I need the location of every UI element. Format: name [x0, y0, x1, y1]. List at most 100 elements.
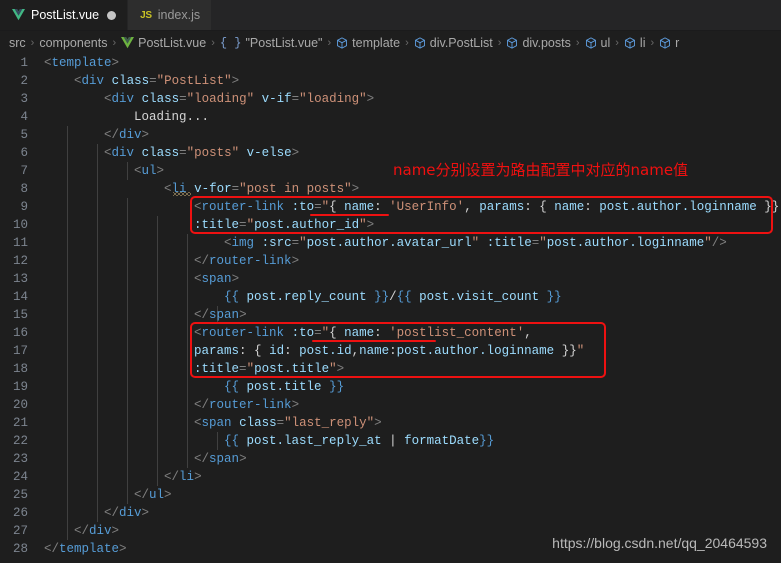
- line-content: </router-link>: [194, 398, 300, 412]
- code-lines[interactable]: 1 <template> 2 <div class="PostList"> 3 <…: [0, 54, 781, 563]
- code-row: 3 <div class="loading" v-if="loading">: [0, 90, 781, 108]
- line-content: {{ post.reply_count }}/{{ post.visit_cou…: [224, 290, 562, 304]
- vscode-window: PostList.vue JS index.js src › component…: [0, 0, 781, 563]
- code-row: 18 :title="post.title">: [0, 360, 781, 378]
- cube-icon: [414, 36, 425, 49]
- line-number: 26: [12, 506, 28, 520]
- code-row: 10 :title="post.author_id">: [0, 216, 781, 234]
- cube-icon: [585, 36, 596, 49]
- breadcrumb-item-template[interactable]: template: [336, 36, 400, 50]
- line-content: params: { id: post.id,name:post.author.l…: [194, 344, 585, 358]
- breadcrumb-item-li[interactable]: li: [624, 36, 645, 50]
- line-number: 10: [12, 218, 28, 232]
- cube-icon: [660, 36, 671, 49]
- code-row: 6 <div class="posts" v-else>: [0, 144, 781, 162]
- line-number: 7: [20, 164, 28, 178]
- line-number: 14: [12, 290, 28, 304]
- line-content: </div>: [74, 524, 120, 538]
- line-content: <span class="last_reply">: [194, 416, 382, 430]
- line-number: 20: [12, 398, 28, 412]
- js-icon: JS: [140, 9, 152, 21]
- line-number: 9: [20, 200, 28, 214]
- tab-index-js[interactable]: JS index.js: [128, 0, 213, 30]
- breadcrumb-separator-icon: ›: [615, 36, 619, 49]
- breadcrumb-item-ul[interactable]: ul: [585, 35, 611, 50]
- line-number: 28: [12, 542, 28, 556]
- line-number: 27: [12, 524, 28, 538]
- code-row: 11 <img :src="post.author.avatar_url" :t…: [0, 234, 781, 252]
- line-number: 12: [12, 254, 28, 268]
- line-content: <router-link :to="{ name: 'postlist_cont…: [194, 326, 532, 340]
- line-number: 22: [12, 434, 28, 448]
- breadcrumb-item-div-posts[interactable]: div.posts: [506, 35, 571, 50]
- code-row: 14 {{ post.reply_count }}/{{ post.visit_…: [0, 288, 781, 306]
- breadcrumb-label: template: [352, 35, 401, 50]
- line-content: </li>: [164, 470, 202, 484]
- breadcrumb-label: div.posts: [522, 35, 571, 50]
- line-number: 1: [20, 56, 28, 70]
- code-row: 20 </router-link>: [0, 396, 781, 414]
- line-content: </router-link>: [194, 254, 300, 268]
- line-number: 11: [12, 236, 28, 250]
- breadcrumb-separator-icon: ›: [112, 36, 117, 49]
- line-content: <div class="loading" v-if="loading">: [104, 92, 375, 106]
- line-content: :title="post.title">: [194, 362, 345, 376]
- braces-icon: { }: [219, 35, 242, 50]
- code-row: 26 </div>: [0, 504, 781, 522]
- cube-icon: [624, 36, 635, 49]
- unsaved-changes-dot[interactable]: [107, 10, 117, 20]
- line-content: </span>: [194, 452, 247, 466]
- vue-icon: [121, 36, 135, 48]
- tab-postlist-vue[interactable]: PostList.vue: [0, 0, 129, 30]
- code-row: 22 {{ post.last_reply_at | formatDate}}: [0, 432, 781, 450]
- breadcrumb-item-components[interactable]: components: [39, 36, 107, 50]
- breadcrumb-item-div-postlist[interactable]: div.PostList: [414, 36, 493, 50]
- line-number: 24: [12, 470, 28, 484]
- code-row: 4 Loading...: [0, 108, 781, 126]
- line-number: 25: [12, 488, 28, 502]
- line-number: 6: [20, 146, 28, 160]
- code-row: 1 <template>: [0, 54, 781, 72]
- line-number: 21: [12, 416, 28, 430]
- breadcrumb-item-src[interactable]: src: [9, 36, 26, 50]
- cube-icon: [507, 36, 518, 49]
- breadcrumb-item-router-link[interactable]: r: [659, 36, 679, 50]
- tab-label: PostList.vue: [31, 8, 100, 22]
- breadcrumb-separator-icon: ›: [30, 36, 35, 49]
- breadcrumb-separator-icon: ›: [497, 36, 502, 49]
- line-content: {{ post.last_reply_at | formatDate}}: [224, 434, 495, 448]
- breadcrumb-label: components: [39, 35, 108, 50]
- line-number: 16: [12, 326, 28, 340]
- breadcrumb-separator-icon: ›: [405, 36, 409, 49]
- breadcrumb-item-postlist-vue[interactable]: PostList.vue: [121, 36, 206, 50]
- code-row: 16 <router-link :to="{ name: 'postlist_c…: [0, 324, 781, 342]
- line-content: </div>: [104, 506, 150, 520]
- code-row: 21 <span class="last_reply">: [0, 414, 781, 432]
- line-number: 17: [12, 344, 28, 358]
- cube-icon: [337, 36, 348, 49]
- code-editor[interactable]: 1 <template> 2 <div class="PostList"> 3 <…: [0, 54, 781, 563]
- line-number: 4: [20, 110, 28, 124]
- breadcrumb-label: "PostList.vue": [245, 35, 323, 50]
- line-content: <div class="posts" v-else>: [104, 146, 300, 160]
- breadcrumb-item-postlist-symbol[interactable]: { } "PostList.vue": [220, 36, 323, 50]
- code-row: 12 </router-link>: [0, 252, 781, 270]
- line-number: 5: [20, 128, 28, 142]
- code-row: 5 </div>: [0, 126, 781, 144]
- line-content: :title="post.author_id">: [194, 218, 375, 232]
- breadcrumb-label: ul: [600, 35, 611, 50]
- line-content: {{ post.title }}: [224, 380, 345, 394]
- code-row: 23 </span>: [0, 450, 781, 468]
- code-row: 9 <router-link :to="{ name: 'UserInfo', …: [0, 198, 781, 216]
- line-content: </template>: [44, 542, 127, 556]
- code-row: 13 <span>: [0, 270, 781, 288]
- line-content: Loading...: [134, 110, 210, 124]
- watermark-url: https://blog.csdn.net/qq_20464593: [552, 535, 767, 551]
- code-row: 19 {{ post.title }}: [0, 378, 781, 396]
- breadcrumb-label: PostList.vue: [138, 35, 207, 50]
- line-content: <router-link :to="{ name: 'UserInfo', pa…: [194, 200, 781, 214]
- line-number: 3: [20, 92, 28, 106]
- line-number: 13: [12, 272, 28, 286]
- code-row: 8 <li v-for="post in posts">: [0, 180, 781, 198]
- vue-icon: [12, 9, 25, 21]
